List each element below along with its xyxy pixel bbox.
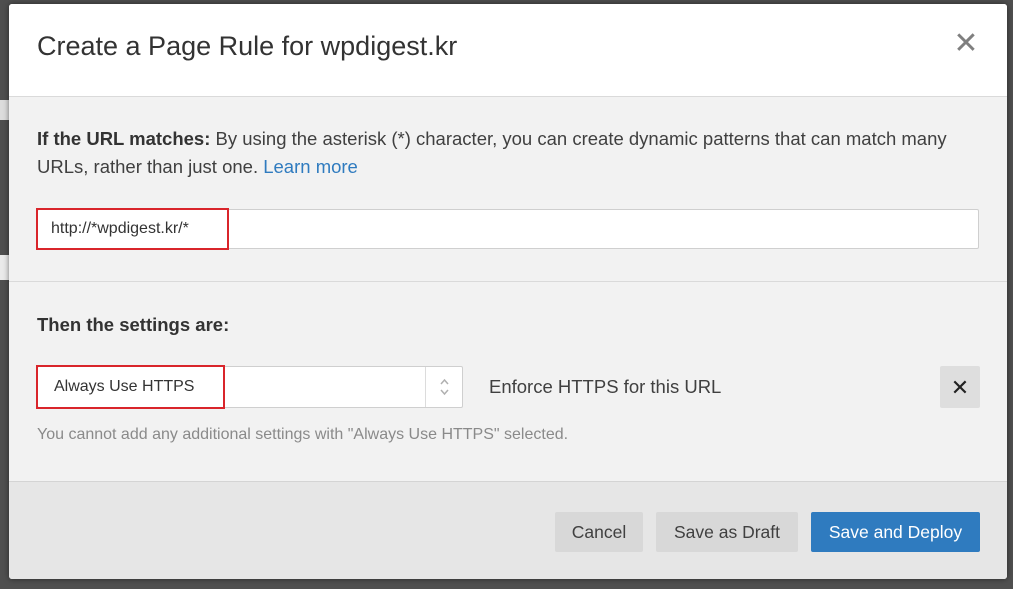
- url-pattern-input[interactable]: http://*wpdigest.kr/*: [37, 209, 979, 249]
- settings-section: Then the settings are: Always Use HTTPS …: [9, 282, 1007, 481]
- setting-select-value: Always Use HTTPS: [54, 378, 195, 395]
- setting-select[interactable]: Always Use HTTPS: [37, 366, 463, 408]
- url-pattern-value: http://*wpdigest.kr/*: [51, 220, 189, 237]
- remove-icon: ✕: [950, 372, 970, 402]
- url-match-section: If the URL matches: By using the asteris…: [9, 97, 1007, 282]
- background-page: [0, 255, 9, 280]
- modal-header: Create a Page Rule for wpdigest.kr ✕: [9, 4, 1007, 97]
- learn-more-link[interactable]: Learn more: [263, 156, 358, 177]
- url-match-description: If the URL matches: By using the asteris…: [37, 125, 967, 181]
- modal-title: Create a Page Rule for wpdigest.kr: [37, 31, 458, 61]
- page-rule-modal: Create a Page Rule for wpdigest.kr ✕ If …: [9, 4, 1007, 579]
- setting-description: Enforce HTTPS for this URL: [489, 376, 722, 397]
- settings-note: You cannot add any additional settings w…: [37, 426, 569, 443]
- modal-footer: Cancel Save as Draft Save and Deploy: [9, 481, 1007, 579]
- url-match-label: If the URL matches:: [37, 128, 211, 149]
- settings-heading: Then the settings are:: [37, 314, 230, 335]
- background-page: [0, 100, 9, 120]
- close-icon[interactable]: ✕: [953, 27, 979, 57]
- save-draft-button[interactable]: Save as Draft: [656, 512, 798, 552]
- remove-setting-button[interactable]: ✕: [940, 366, 980, 408]
- cancel-button[interactable]: Cancel: [555, 512, 643, 552]
- select-arrows-icon[interactable]: [425, 367, 462, 407]
- save-deploy-button[interactable]: Save and Deploy: [811, 512, 980, 552]
